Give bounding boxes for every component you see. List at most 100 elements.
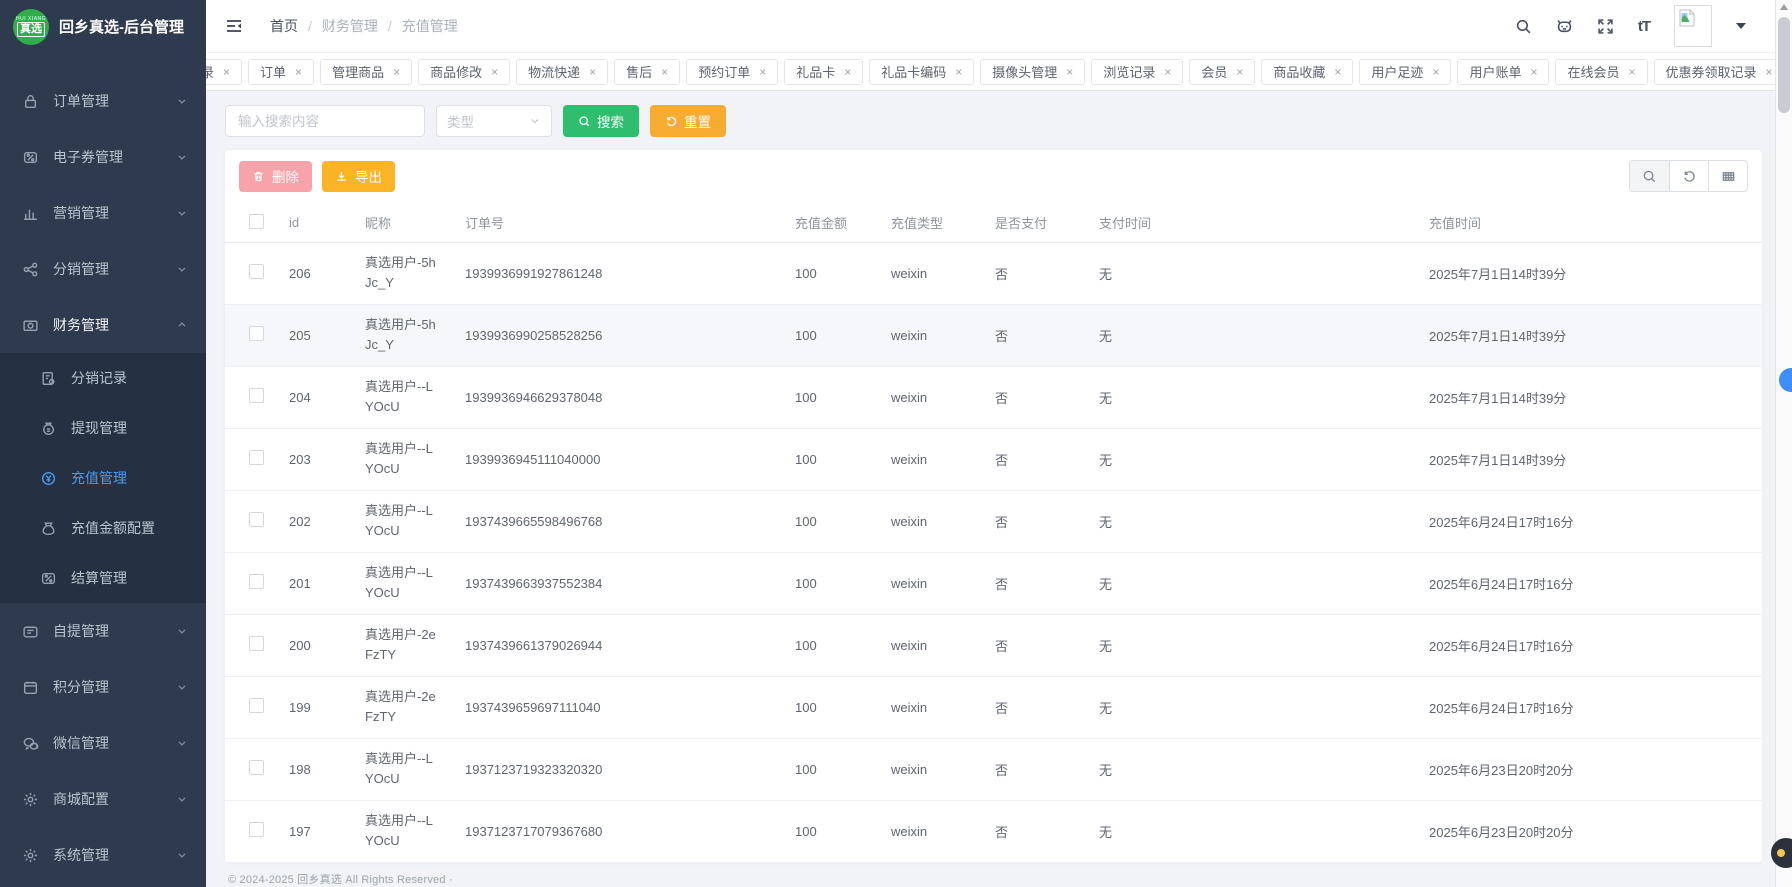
tab-close-icon[interactable]: ×	[1164, 66, 1171, 78]
user-menu-caret-icon[interactable]	[1736, 23, 1746, 29]
tab-label: 礼品卡	[796, 62, 835, 81]
row-checkbox[interactable]	[249, 326, 264, 341]
cell-type: weixin	[875, 614, 979, 676]
scrollbar-thumb[interactable]	[1778, 17, 1790, 113]
font-size-icon[interactable]: tT	[1638, 18, 1650, 35]
sidebar-item-商城配置[interactable]: 商城配置	[0, 771, 206, 827]
github-icon[interactable]	[1556, 18, 1573, 35]
recharge-icon	[40, 470, 57, 487]
tab-close-icon[interactable]: ×	[1766, 66, 1773, 78]
tab-close-icon[interactable]: ×	[759, 66, 766, 78]
sidebar-item-财务管理[interactable]: 财务管理	[0, 297, 206, 353]
sidebar-subitem-结算管理[interactable]: 结算管理	[0, 553, 206, 603]
tab-close-icon[interactable]: ×	[589, 66, 596, 78]
tab-close-icon[interactable]: ×	[661, 66, 668, 78]
row-checkbox[interactable]	[249, 574, 264, 589]
top-header: 首页/财务管理/充值管理 tT	[206, 0, 1792, 53]
sidebar-subitem-充值管理[interactable]: 充值管理	[0, 453, 206, 503]
row-checkbox[interactable]	[249, 264, 264, 279]
tab-商品收藏[interactable]: 商品收藏×	[1261, 59, 1353, 85]
row-checkbox[interactable]	[249, 698, 264, 713]
cell-order-no: 1937439659697111040	[449, 676, 779, 738]
sidebar-item-营销管理[interactable]: 营销管理	[0, 185, 206, 241]
tab-浏览记录[interactable]: 浏览记录×	[1091, 59, 1183, 85]
table-columns-button[interactable]	[1708, 161, 1747, 191]
tab-摄像头管理[interactable]: 摄像头管理×	[980, 59, 1085, 85]
table-row: 205真选用户-5hJc_Y1939936990258528256100weix…	[225, 304, 1762, 366]
sidebar-subitem-label: 充值金额配置	[71, 518, 188, 538]
sidebar-item-微信管理[interactable]: 微信管理	[0, 715, 206, 771]
tab-close-icon[interactable]: ×	[295, 66, 302, 78]
table-refresh-button[interactable]	[1669, 161, 1708, 191]
cell-paid: 否	[979, 676, 1083, 738]
sidebar-subitem-提现管理[interactable]: 提现管理	[0, 403, 206, 453]
tab-close-icon[interactable]: ×	[1628, 66, 1635, 78]
tab-商品修改[interactable]: 商品修改×	[418, 59, 510, 85]
coupon-icon	[22, 149, 39, 166]
search-icon[interactable]	[1515, 18, 1532, 35]
sidebar-item-电子券管理[interactable]: 电子券管理	[0, 129, 206, 185]
tab-记录[interactable]: 记录×	[206, 59, 242, 85]
sidebar-item-系统管理[interactable]: 系统管理	[0, 827, 206, 883]
tab-close-icon[interactable]: ×	[1236, 66, 1243, 78]
search-button[interactable]: 搜索	[563, 105, 639, 137]
avatar[interactable]	[1674, 5, 1712, 47]
fullscreen-icon[interactable]	[1597, 18, 1614, 35]
tab-售后[interactable]: 售后×	[614, 59, 680, 85]
cell-id: 205	[273, 304, 349, 366]
data-card: 删除 导出	[225, 150, 1762, 863]
export-button[interactable]: 导出	[322, 161, 395, 192]
tab-close-icon[interactable]: ×	[844, 66, 851, 78]
collapse-menu-icon[interactable]	[224, 16, 244, 36]
breadcrumb-item-首页[interactable]: 首页	[270, 16, 298, 36]
tab-礼品卡编码[interactable]: 礼品卡编码×	[869, 59, 974, 85]
tab-用户账单[interactable]: 用户账单×	[1457, 59, 1549, 85]
tab-close-icon[interactable]: ×	[223, 66, 230, 78]
tab-会员[interactable]: 会员×	[1189, 59, 1255, 85]
cell-type: weixin	[875, 676, 979, 738]
type-select[interactable]: 类型	[436, 105, 552, 137]
tab-close-icon[interactable]: ×	[1530, 66, 1537, 78]
select-all-checkbox[interactable]	[249, 214, 264, 229]
tab-close-icon[interactable]: ×	[1432, 66, 1439, 78]
cell-pay-time: 无	[1083, 614, 1413, 676]
delete-button[interactable]: 删除	[239, 161, 312, 192]
sidebar-item-积分管理[interactable]: 积分管理	[0, 659, 206, 715]
row-checkbox[interactable]	[249, 636, 264, 651]
reset-button[interactable]: 重置	[650, 105, 726, 137]
sidebar-item-自提管理[interactable]: 自提管理	[0, 603, 206, 659]
tab-用户足迹[interactable]: 用户足迹×	[1359, 59, 1451, 85]
row-checkbox[interactable]	[249, 760, 264, 775]
tab-订单[interactable]: 订单×	[248, 59, 314, 85]
row-checkbox[interactable]	[249, 512, 264, 527]
tab-优惠券领取记录[interactable]: 优惠券领取记录×	[1654, 59, 1785, 85]
page-scrollbar[interactable]	[1775, 0, 1792, 887]
row-checkbox[interactable]	[249, 822, 264, 837]
tab-close-icon[interactable]: ×	[955, 66, 962, 78]
row-checkbox-cell	[225, 366, 273, 428]
tab-预约订单[interactable]: 预约订单×	[686, 59, 778, 85]
row-checkbox-cell	[225, 676, 273, 738]
scrollbar-up-arrow[interactable]	[1780, 4, 1788, 10]
tab-管理商品[interactable]: 管理商品×	[320, 59, 412, 85]
cell-nickname: 真选用户--LYOcU	[349, 800, 449, 862]
cell-recharge-time: 2025年6月23日20时20分	[1413, 738, 1762, 800]
tab-物流快递[interactable]: 物流快递×	[516, 59, 608, 85]
wechat-icon	[22, 735, 39, 752]
table-search-toggle-button[interactable]	[1630, 161, 1669, 191]
tab-礼品卡[interactable]: 礼品卡 ×	[784, 59, 863, 85]
sidebar-subitem-充值金额配置[interactable]: 充值金额配置	[0, 503, 206, 553]
sidebar-subitem-分销记录[interactable]: 分销记录	[0, 353, 206, 403]
row-checkbox[interactable]	[249, 450, 264, 465]
sidebar-item-分销管理[interactable]: 分销管理	[0, 241, 206, 297]
tab-close-icon[interactable]: ×	[1334, 66, 1341, 78]
cell-type: weixin	[875, 800, 979, 862]
breadcrumb-item-财务管理[interactable]: 财务管理	[322, 16, 378, 36]
sidebar-item-订单管理[interactable]: 订单管理	[0, 73, 206, 129]
search-input[interactable]	[225, 105, 425, 137]
tab-close-icon[interactable]: ×	[491, 66, 498, 78]
tab-close-icon[interactable]: ×	[1066, 66, 1073, 78]
tab-close-icon[interactable]: ×	[393, 66, 400, 78]
tab-在线会员[interactable]: 在线会员×	[1555, 59, 1647, 85]
row-checkbox[interactable]	[249, 388, 264, 403]
